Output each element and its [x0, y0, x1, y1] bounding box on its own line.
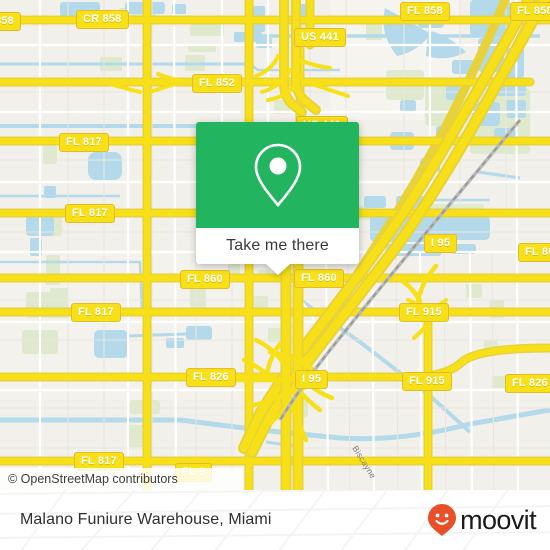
moovit-smiley-pin-icon [428, 504, 457, 536]
shield-us-441: US 441 [294, 28, 346, 47]
shield-fl-915-a: FL 915 [399, 303, 449, 322]
shield-fl-860-edge: FL 860 [518, 243, 550, 262]
callout-image-area [196, 122, 359, 228]
osm-attribution[interactable]: © OpenStreetMap contributors [0, 468, 243, 490]
shield-fl-858-edge: FL 858 [510, 2, 550, 21]
map-canvas[interactable]: .blk { fill:#f0eee8; stroke:#d9d6ce; str… [0, 0, 550, 490]
moovit-wordmark: moovit [460, 504, 537, 535]
shield-fl-826-a: FL 826 [186, 368, 236, 387]
place-title: Malano Funiure Warehouse, Miami [20, 511, 272, 528]
shield-fl-915-b: FL 915 [402, 372, 452, 391]
shield-fl-817-b: FL 817 [65, 204, 115, 223]
callout-label: Take me there [226, 237, 329, 254]
moovit-logo[interactable]: moovit [427, 503, 537, 537]
shield-i-95-bottom: I 95 [295, 370, 329, 389]
take-me-there-callout[interactable]: Take me there [196, 122, 359, 275]
shield-fl-826-edge: FL 826 [505, 374, 550, 393]
shield-fl-817-a: FL 817 [59, 133, 109, 152]
callout-action-bar[interactable]: Take me there [196, 228, 359, 275]
callout-pointer [265, 264, 290, 275]
shield-i-95-top: I 95 [424, 234, 458, 253]
shield-fl-852: FL 852 [192, 74, 242, 93]
location-pin-icon [254, 143, 301, 208]
shield-fl-858: FL 858 [400, 2, 450, 21]
shield-cr-858-left: 858 [0, 12, 21, 31]
osm-attribution-text: © OpenStreetMap contributors [8, 472, 178, 486]
shield-cr-858: CR 858 [76, 10, 129, 29]
footer-bar: Malano Funiure Warehouse, Miami moovit [0, 490, 550, 550]
map-screenshot: .blk { fill:#f0eee8; stroke:#d9d6ce; str… [0, 0, 550, 550]
shield-fl-860-a: FL 860 [180, 270, 230, 289]
shield-fl-860-b: FL 860 [294, 269, 344, 288]
shield-fl-817-c: FL 817 [71, 303, 121, 322]
